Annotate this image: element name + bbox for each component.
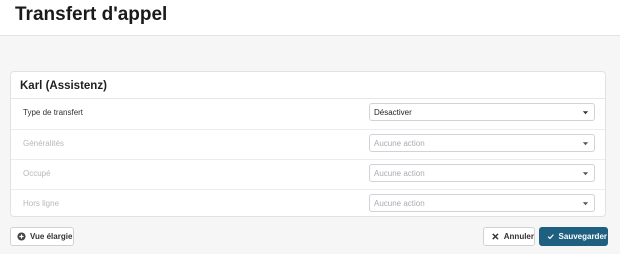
page-title: Transfert d'appel: [15, 4, 168, 25]
row-label: Occupé: [23, 169, 51, 178]
caret-down-icon: [582, 202, 589, 206]
offline-select[interactable]: Aucune action: [369, 194, 595, 212]
select-value: Désactiver: [374, 108, 412, 117]
cancel-button[interactable]: Annuler: [483, 227, 535, 246]
forwarding-card: Karl (Assistenz) Type de transfert Désac…: [10, 71, 606, 217]
general-select[interactable]: Aucune action: [369, 134, 595, 152]
caret-down-icon: [582, 142, 589, 146]
expanded-view-button[interactable]: Vue élargie: [10, 227, 74, 246]
transfer-type-select[interactable]: Désactiver: [369, 103, 595, 121]
row-general: Généralités Aucune action: [11, 129, 605, 160]
expanded-view-label: Vue élargie: [30, 232, 73, 241]
row-label: Hors ligne: [23, 199, 60, 208]
card-title: Karl (Assistenz): [20, 80, 107, 92]
busy-select[interactable]: Aucune action: [369, 164, 595, 182]
save-label: Sauvegarder: [558, 232, 607, 241]
header-bar: Transfert d'appel: [0, 0, 620, 36]
select-value: Aucune action: [374, 139, 425, 148]
checkmark-icon: [547, 234, 554, 240]
plus-circle-icon: [17, 232, 26, 241]
row-busy: Occupé Aucune action: [11, 159, 605, 190]
caret-down-icon: [582, 172, 589, 176]
row-transfer-type: Type de transfert Désactiver: [11, 99, 605, 129]
row-offline: Hors ligne Aucune action: [11, 189, 605, 220]
row-label: Généralités: [23, 139, 64, 148]
select-value: Aucune action: [374, 199, 425, 208]
row-label: Type de transfert: [23, 108, 84, 117]
close-icon: [492, 233, 499, 240]
cancel-label: Annuler: [503, 232, 534, 241]
caret-down-icon: [582, 111, 589, 115]
save-button[interactable]: Sauvegarder: [539, 227, 608, 246]
select-value: Aucune action: [374, 169, 425, 178]
